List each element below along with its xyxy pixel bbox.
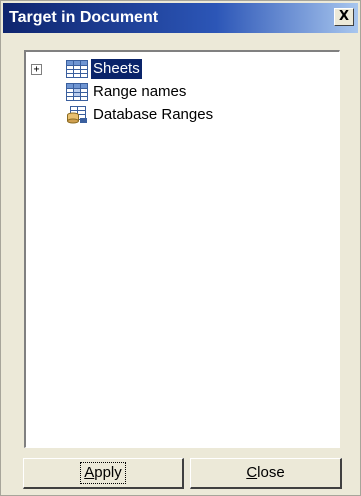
apply-button[interactable]: Apply	[23, 458, 184, 489]
database-ranges-icon	[67, 106, 87, 124]
close-button-label: Close	[246, 464, 285, 481]
tree-item-label: Sheets	[91, 59, 142, 79]
navigator-tree[interactable]: + Sheets Range names Database Ranges	[24, 50, 340, 448]
close-button[interactable]: Close	[190, 458, 342, 489]
expand-icon[interactable]: +	[31, 64, 42, 75]
sheet-grid-icon	[66, 60, 88, 78]
range-grid-icon	[66, 83, 88, 101]
tree-item-database-ranges[interactable]: Database Ranges	[26, 104, 338, 126]
target-in-document-dialog: Target in Document X + Sheets Range name…	[0, 0, 361, 496]
apply-button-label: Apply	[80, 462, 126, 484]
tree-item-label: Range names	[93, 83, 187, 100]
title-bar[interactable]: Target in Document X	[3, 3, 358, 33]
tree-item-sheets[interactable]: + Sheets	[26, 58, 338, 80]
close-icon: X	[338, 9, 350, 24]
dialog-title: Target in Document	[9, 9, 159, 26]
close-window-button[interactable]: X	[334, 8, 354, 26]
tree-item-label: Database Ranges	[93, 106, 214, 123]
tree-item-range-names[interactable]: Range names	[26, 81, 338, 103]
